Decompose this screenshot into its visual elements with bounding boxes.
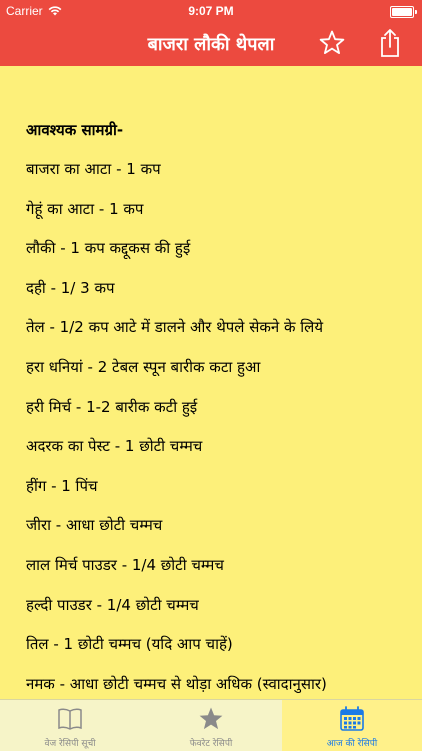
ingredient-item: गेहूं का आटा - 1 कप — [26, 199, 144, 218]
status-time: 9:07 PM — [188, 4, 234, 18]
calendar-icon — [340, 706, 364, 731]
tab-label: आज की रेसिपी — [326, 739, 378, 749]
recipe-content[interactable]: आवश्यक सामग्री- बाजरा का आटा - 1 कप गेहू… — [0, 66, 422, 699]
ingredient-item: नमक - आधा छोटी चम्मच से थोड़ा अधिक (स्वा… — [26, 674, 327, 693]
ingredient-item: तेल - 1/2 कप आटे में डालने और थेपले सेकन… — [26, 318, 324, 337]
tab-favorite-recipe[interactable]: फेवरेट रेसिपी — [141, 700, 281, 751]
ingredients-heading: आवश्यक सामग्री- — [26, 121, 124, 139]
ingredient-item: लौकी - 1 कप कद्दूकस की हुई — [26, 239, 191, 258]
page-title: बाजरा लौकी थेपला — [147, 34, 275, 55]
book-icon — [58, 708, 82, 730]
status-bar: Carrier 9:07 PM — [0, 0, 422, 22]
share-icon[interactable] — [378, 28, 402, 58]
ingredient-item: जीरा - आधा छोटी चम्मच — [26, 516, 163, 535]
ingredient-item: हरी मिर्च - 1-2 बारीक कटी हुई — [26, 397, 198, 416]
ingredient-item: हल्दी पाउडर - 1/4 छोटी चम्मच — [26, 595, 199, 614]
ingredient-item: हरा धनियां - 2 टेबल स्पून बारीक कटा हुआ — [26, 357, 261, 376]
ingredient-item: लाल मिर्च पाउडर - 1/4 छोटी चम्मच — [26, 555, 224, 574]
tab-label: वेज रेसिपी सूची — [44, 739, 96, 749]
favorite-star-icon[interactable] — [318, 29, 346, 57]
ingredient-item: दही - 1/ 3 कप — [26, 278, 115, 297]
battery-icon — [390, 6, 417, 18]
ingredient-item: बाजरा का आटा - 1 कप — [26, 160, 161, 178]
tab-bar: वेज रेसिपी सूची फेवरेट रेसिपी आज की रेसि… — [0, 699, 422, 751]
tab-veg-recipe-list[interactable]: वेज रेसिपी सूची — [0, 700, 140, 751]
navigation-bar: बाजरा लौकी थेपला — [0, 22, 422, 66]
ingredient-item: तिल - 1 छोटी चम्मच (यदि आप चाहें) — [26, 635, 233, 654]
tab-todays-recipe[interactable]: आज की रेसिपी — [282, 700, 422, 751]
ingredient-item: अदरक का पेस्ट - 1 छोटी चम्मच — [26, 437, 203, 456]
ingredient-item: हींग - 1 पिंच — [26, 476, 98, 495]
tab-label: फेवरेट रेसिपी — [189, 739, 233, 749]
star-icon — [199, 707, 223, 730]
